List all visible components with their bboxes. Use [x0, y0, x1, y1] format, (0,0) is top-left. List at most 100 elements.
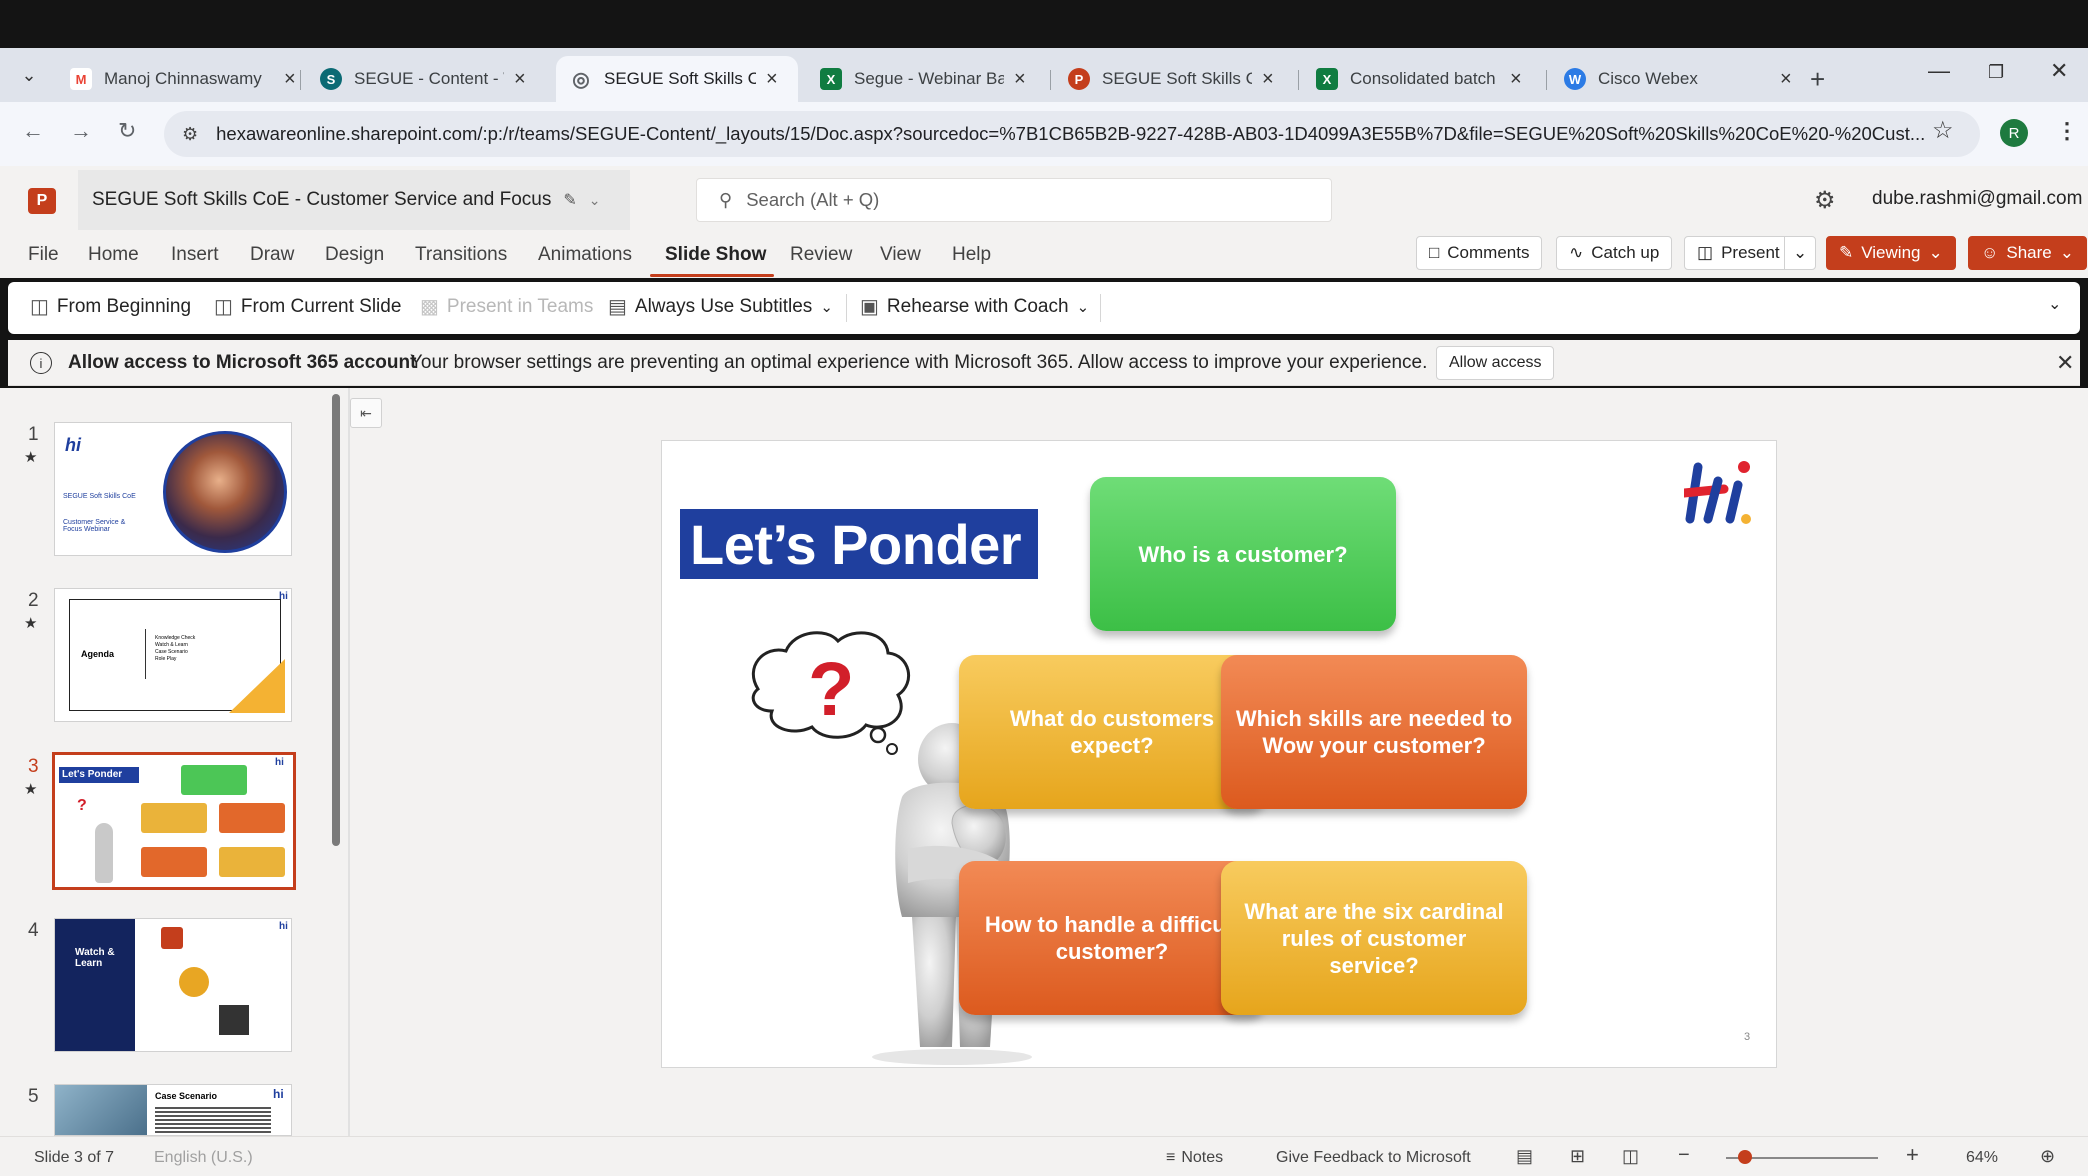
zoom-slider-handle[interactable] [1738, 1150, 1752, 1164]
tab-draw[interactable]: Draw [250, 244, 294, 266]
user-account[interactable]: dube.rashmi@gmail.com [1872, 188, 2082, 210]
restore-icon[interactable]: ❐ [1988, 62, 2004, 83]
present-button[interactable]: ◫ Present [1684, 236, 1793, 270]
normal-view-icon[interactable]: ▤ [1516, 1146, 1533, 1167]
tab-home[interactable]: Home [88, 244, 139, 266]
chrome-menu-icon[interactable]: ⋮ [2056, 118, 2078, 144]
tab-design[interactable]: Design [325, 244, 384, 266]
tab-help[interactable]: Help [952, 244, 991, 266]
catch-up-button[interactable]: ∿ Catch up [1556, 236, 1673, 270]
reload-icon[interactable]: ↻ [118, 118, 136, 144]
bookmark-star-icon[interactable]: ☆ [1932, 116, 1954, 145]
chevron-down-icon: ⌄ [1076, 298, 1090, 316]
close-icon[interactable]: × [1262, 68, 1274, 91]
subtitles-icon: ▤ [608, 296, 627, 318]
gmail-icon: M [70, 68, 92, 90]
tab-webex[interactable]: W Cisco Webex × [1550, 56, 1806, 102]
from-current-slide-button[interactable]: ◫ From Current Slide [214, 294, 401, 319]
tab-excel-consolidated[interactable]: X Consolidated batch s × [1302, 56, 1536, 102]
teams-icon: ▩ [420, 296, 439, 318]
tab-search-icon[interactable]: ⌄ [12, 58, 46, 92]
coach-icon: ▣ [860, 296, 879, 318]
thumbnail-scrollbar[interactable] [332, 394, 340, 846]
slide-thumbnail[interactable]: Agenda Knowledge Check Watch & Learn Cas… [54, 588, 292, 722]
tab-active-powerpoint[interactable]: ◎ SEGUE Soft Skills CoE × [556, 56, 798, 102]
tab-slide-show[interactable]: Slide Show [665, 244, 766, 266]
window-close-icon[interactable]: ✕ [2050, 58, 2068, 84]
search-icon: ⚲ [719, 189, 733, 210]
present-in-teams-button[interactable]: ▩ Present in Teams [420, 294, 593, 319]
zoom-in-icon[interactable]: + [1906, 1142, 1919, 1168]
hi-logo-icon: hi [65, 435, 81, 455]
hi-logo-icon [1684, 461, 1751, 524]
gear-icon[interactable]: ⚙ [1814, 186, 1836, 215]
chevron-down-icon: ⌄ [1928, 243, 1943, 262]
zoom-out-icon[interactable]: − [1678, 1144, 1690, 1167]
allow-access-button[interactable]: Allow access [1436, 346, 1555, 380]
document-title[interactable]: SEGUE Soft Skills CoE - Customer Service… [78, 170, 630, 230]
info-bar: i Allow access to Microsoft 365 account … [8, 340, 2080, 386]
search-input[interactable]: ⚲ Search (Alt + Q) [696, 178, 1332, 222]
tab-sharepoint[interactable]: S SEGUE - Content - W × [306, 56, 540, 102]
hi-logo-icon: hi [273, 1087, 284, 1101]
tab-animations[interactable]: Animations [538, 244, 632, 266]
close-icon[interactable]: × [514, 68, 526, 91]
tab-review[interactable]: Review [790, 244, 852, 266]
profile-avatar[interactable]: R [2000, 119, 2028, 147]
language-indicator[interactable]: English (U.S.) [154, 1149, 253, 1167]
browser-tab-strip: ⌄ M Manoj Chinnaswamy × S SEGUE - Conten… [0, 48, 2088, 102]
tab-view[interactable]: View [880, 244, 921, 266]
tab-insert[interactable]: Insert [171, 244, 219, 266]
close-icon[interactable]: × [1510, 68, 1522, 91]
close-icon[interactable]: × [1014, 68, 1026, 91]
animation-star-icon: ★ [24, 615, 38, 632]
person-photo [163, 431, 287, 553]
present-dropdown[interactable]: ⌄ [1784, 236, 1817, 270]
tab-separator [1298, 70, 1299, 90]
close-icon[interactable]: × [766, 68, 778, 91]
close-icon[interactable]: × [284, 68, 296, 91]
comment-icon: □ [1429, 243, 1440, 262]
thought-cloud-icon: ? [751, 631, 910, 755]
from-beginning-button[interactable]: ◫ From Beginning [30, 294, 191, 319]
site-settings-icon[interactable]: ⚙ [182, 124, 198, 145]
powerpoint-logo-icon[interactable]: P [28, 188, 56, 214]
tab-powerpoint-2[interactable]: P SEGUE Soft Skills Co × [1054, 56, 1288, 102]
slide-sorter-icon[interactable]: ⊞ [1570, 1146, 1585, 1167]
zoom-level[interactable]: 64% [1966, 1149, 1998, 1167]
minimize-icon[interactable]: — [1928, 58, 1950, 84]
close-icon[interactable]: × [1780, 68, 1792, 91]
slide-thumbnail[interactable]: Watch & Learn hi [54, 918, 292, 1052]
separator [1100, 294, 1101, 322]
question-box-skills-needed: Which skills are needed to Wow your cust… [1221, 655, 1527, 809]
forward-icon[interactable]: → [70, 118, 92, 144]
expand-ribbon-icon[interactable]: ⌄ [2048, 294, 2061, 314]
share-button[interactable]: ☺ Share ⌄ [1968, 236, 2087, 270]
reading-view-icon[interactable]: ◫ [1622, 1146, 1639, 1167]
comments-button[interactable]: □ Comments [1416, 236, 1543, 270]
back-icon[interactable]: ← [22, 118, 44, 144]
pencil-icon: ✎ [1839, 243, 1854, 262]
tab-transitions[interactable]: Transitions [415, 244, 507, 266]
fit-to-window-icon[interactable]: ⊕ [2040, 1146, 2055, 1167]
collapse-pane-icon[interactable]: ⇤ [350, 398, 382, 428]
tab-excel-webinar[interactable]: X Segue - Webinar Bat × [806, 56, 1040, 102]
always-use-subtitles-button[interactable]: ▤ Always Use Subtitles ⌄ [608, 294, 833, 319]
present-icon: ◫ [1697, 243, 1714, 262]
feedback-button[interactable]: Give Feedback to Microsoft [1276, 1149, 1471, 1167]
new-tab-button[interactable]: + [1796, 56, 1839, 102]
url-field[interactable]: ⚙ hexawareonline.sharepoint.com/:p:/r/te… [164, 111, 1980, 157]
slide-thumbnail-pane: 1 ★ hi SEGUE Soft Skills CoE Customer Se… [0, 388, 330, 1136]
slide-thumbnail[interactable]: Case Scenario hi [54, 1084, 292, 1136]
slide-thumbnail[interactable]: hi SEGUE Soft Skills CoE Customer Servic… [54, 422, 292, 556]
webex-icon: W [1564, 68, 1586, 90]
close-icon[interactable]: ✕ [2056, 350, 2074, 376]
chevron-down-icon: ⌄ [2059, 243, 2074, 262]
slide-thumbnail-selected[interactable]: Let's Ponder ? hi [52, 752, 296, 890]
tab-file[interactable]: File [28, 244, 59, 266]
rehearse-with-coach-button[interactable]: ▣ Rehearse with Coach ⌄ [860, 294, 1089, 319]
tab-gmail[interactable]: M Manoj Chinnaswamy × [56, 56, 310, 102]
viewing-mode-button[interactable]: ✎ Viewing ⌄ [1826, 236, 1956, 270]
address-bar-row: ← → ↻ ⚙ hexawareonline.sharepoint.com/:p… [0, 102, 2088, 166]
notes-button[interactable]: ≡ Notes [1166, 1149, 1223, 1167]
